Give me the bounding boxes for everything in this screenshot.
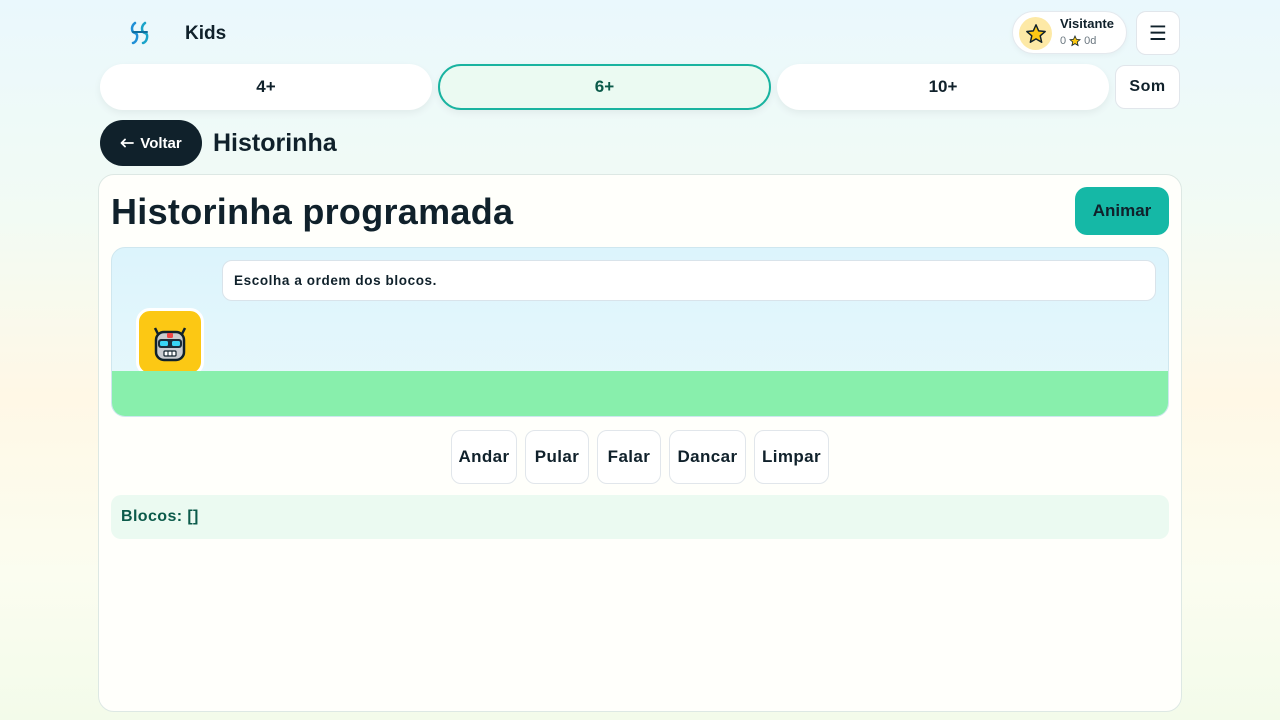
header: Kids Visitante 0 0d ☰ [100, 11, 1180, 55]
command-label: Dancar [677, 447, 738, 466]
stars-count: 0 [1060, 35, 1067, 47]
hamburger-icon: ☰ [1149, 22, 1167, 45]
command-label: Falar [607, 447, 651, 466]
page-title: Historinha [213, 129, 337, 157]
blocks-sequence: Blocos: [] [111, 495, 1169, 539]
star-icon [1019, 17, 1052, 50]
command-label: Pular [534, 447, 580, 466]
small-star-icon [1069, 35, 1082, 47]
command-label: Andar [458, 447, 510, 466]
days-count: 0d [1084, 35, 1097, 47]
user-profile-chip[interactable]: Visitante 0 0d [1012, 11, 1127, 54]
user-stats: 0 0d [1060, 35, 1096, 47]
tab-age-10[interactable]: 10+ [777, 64, 1109, 110]
menu-button[interactable]: ☰ [1136, 11, 1180, 55]
back-button[interactable]: Voltar [100, 120, 202, 166]
sound-label: Som [1129, 78, 1166, 95]
ground [112, 371, 1168, 416]
animate-button[interactable]: Animar [1075, 187, 1169, 235]
animate-label: Animar [1092, 201, 1152, 220]
command-andar-button[interactable]: Andar [451, 430, 517, 484]
tab-age-4[interactable]: 4+ [100, 64, 432, 110]
tab-label: 4+ [256, 77, 276, 96]
speech-bubble: Escolha a ordem dos blocos. [222, 260, 1156, 301]
brand-name: Kids [185, 23, 227, 44]
command-pular-button[interactable]: Pular [525, 430, 589, 484]
command-falar-button[interactable]: Falar [597, 430, 661, 484]
tab-label: 10+ [928, 77, 958, 96]
command-limpar-button[interactable]: Limpar [754, 430, 829, 484]
tab-age-6[interactable]: 6+ [438, 64, 771, 110]
activity-title: Historinha programada [111, 191, 514, 232]
sound-button[interactable]: Som [1115, 65, 1180, 109]
story-stage: Escolha a ordem dos blocos. [111, 247, 1169, 417]
arrow-left-icon [120, 138, 135, 148]
tab-label: 6+ [594, 77, 615, 96]
user-name: Visitante [1060, 16, 1114, 31]
kids-logo-icon[interactable] [126, 19, 154, 47]
robot-icon [136, 308, 204, 376]
back-label: Voltar [140, 134, 182, 152]
command-dancar-button[interactable]: Dancar [669, 430, 746, 484]
activity-card: Historinha programada Animar Escolha a o… [98, 174, 1182, 712]
command-label: Limpar [761, 447, 822, 466]
